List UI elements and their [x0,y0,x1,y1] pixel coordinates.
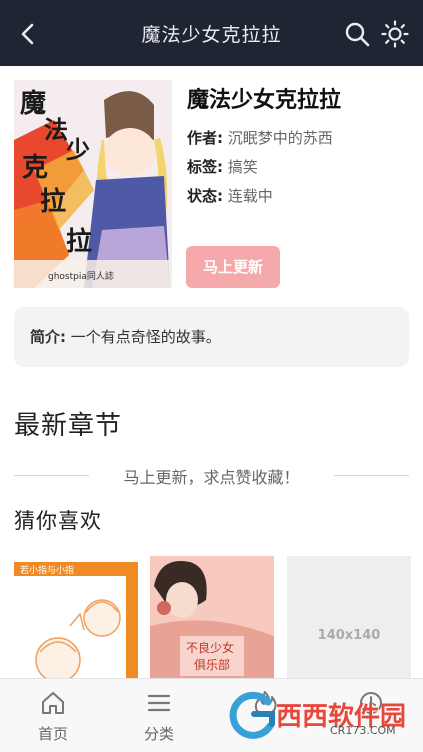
site-watermark: 西西软件园 CR173.COM [222,686,412,746]
image-placeholder: 140x140 [317,628,381,643]
sun-icon[interactable] [380,19,410,49]
recommendation-card-1[interactable]: 若小指与小指 [14,556,138,680]
latest-chapters-heading: 最新章节 [14,411,123,441]
watermark-logo-icon [229,691,275,739]
author-value[interactable]: 沉眠梦中的苏西 [228,129,333,147]
author-row: 作者: 沉眠梦中的苏西 [187,127,333,148]
synopsis-text: 一个有点奇怪的故事。 [70,328,221,346]
cover-title-char-3: 少 [65,136,90,164]
watermark-site: CR173.COM [330,724,396,737]
status-key: 状态: [187,187,223,205]
synopsis-box: 简介: 一个有点奇怪的故事。 [14,307,409,367]
update-notice-text: 马上更新，求点赞收藏！ [113,468,310,487]
recommendations-heading: 猜你喜欢 [14,509,102,533]
nav-home-label: 首页 [37,725,68,743]
update-now-button[interactable]: 马上更新 [186,246,280,288]
nav-category-label: 分类 [143,725,174,743]
search-icon[interactable] [343,20,371,48]
cover-title-char-2: 法 [44,116,68,144]
home-icon [42,692,64,714]
tag-key: 标签: [187,158,223,176]
recommendation-title-2b: 俱乐部 [194,657,230,672]
book-cover: 魔 法 少 克 拉 拉 ghostpia同人誌 [14,80,172,288]
recommendation-card-2[interactable]: 不良少女 俱乐部 [150,556,274,680]
cover-title-char-6: 拉 [66,226,92,257]
nav-category[interactable]: 分类 [106,679,212,752]
recommendation-title-1: 若小指与小指 [20,564,74,576]
book-cover-art: 魔 法 少 克 拉 拉 ghostpia同人誌 [14,80,172,288]
cover-title-char-4: 克 [22,153,48,183]
top-app-bar: 魔法少女克拉拉 [0,0,423,66]
tag-value[interactable]: 搞笑 [228,158,258,176]
cover-title-char-5: 拉 [40,186,66,217]
status-row: 状态: 连载中 [187,185,273,206]
recommendation-cover-2: 不良少女 俱乐部 [150,556,274,680]
recommendation-card-3[interactable]: 140x140 [287,556,411,680]
cover-title-char-1: 魔 [20,89,46,119]
cover-credit: ghostpia同人誌 [48,270,114,282]
recommendation-title-2a: 不良少女 [186,640,234,655]
author-key: 作者: [187,129,223,147]
recommendation-cover-1: 若小指与小指 [14,556,138,680]
menu-icon [147,694,171,712]
synopsis-key: 简介: [30,328,66,346]
book-title: 魔法少女克拉拉 [187,88,342,113]
update-notice: 马上更新，求点赞收藏！ [0,464,423,488]
status-value: 连载中 [227,187,273,205]
nav-home[interactable]: 首页 [0,679,106,752]
tag-row: 标签: 搞笑 [187,156,258,177]
